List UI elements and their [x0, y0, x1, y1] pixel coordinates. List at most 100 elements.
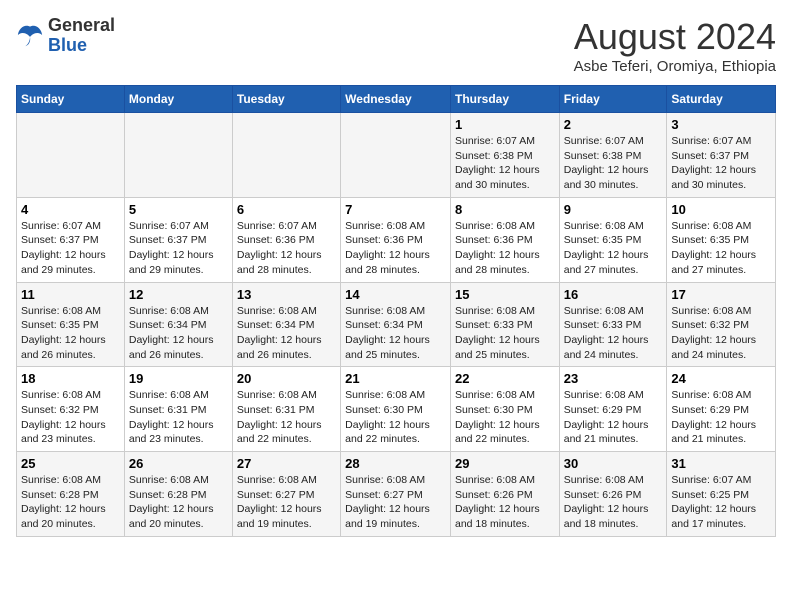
- calendar-cell: 13Sunrise: 6:08 AMSunset: 6:34 PMDayligh…: [232, 282, 340, 367]
- day-number: 10: [671, 202, 771, 217]
- day-info: Sunrise: 6:08 AMSunset: 6:27 PMDaylight:…: [345, 473, 446, 532]
- day-number: 23: [564, 371, 663, 386]
- calendar-cell: 31 Sunrise: 6:07 AMSunset: 6:25 PMDayligh…: [667, 452, 776, 537]
- calendar-cell: 12 Sunrise: 6:08 AMSunset: 6:34 PMDayligh…: [124, 282, 232, 367]
- calendar-cell: 7 Sunrise: 6:08 AMSunset: 6:36 PMDaylight…: [341, 197, 451, 282]
- day-number: 31: [671, 456, 771, 471]
- day-number: 14: [345, 287, 446, 302]
- day-info: Sunrise: 6:08 AMSunset: 6:35 PMDaylight:…: [21, 304, 120, 363]
- calendar-cell: 24 Sunrise: 6:08 AMSunset: 6:29 PMDayligh…: [667, 367, 776, 452]
- day-info: Sunrise: 6:08 AMSunset: 6:35 PMDaylight:…: [671, 219, 771, 278]
- calendar-week-row: 4 Sunrise: 6:07 AMSunset: 6:37 PMDaylight…: [17, 197, 776, 282]
- day-info: Sunrise: 6:08 AMSunset: 6:32 PMDaylight:…: [671, 304, 771, 363]
- day-info: Sunrise: 6:08 AMSunset: 6:34 PMDaylight:…: [129, 304, 228, 363]
- day-info: Sunrise: 6:08 AMSunset: 6:31 PMDaylight:…: [129, 388, 228, 447]
- calendar-cell: 20 Sunrise: 6:08 AMSunset: 6:31 PMDayligh…: [232, 367, 340, 452]
- calendar-cell: 18 Sunrise: 6:08 AMSunset: 6:32 PMDayligh…: [17, 367, 125, 452]
- day-number: 25: [21, 456, 120, 471]
- day-info: Sunrise: 6:08 AMSunset: 6:36 PMDaylight:…: [345, 219, 446, 278]
- calendar-cell: 26 Sunrise: 6:08 AMSunset: 6:28 PMDayligh…: [124, 452, 232, 537]
- day-number: 4: [21, 202, 120, 217]
- day-info: Sunrise: 6:08 AMSunset: 6:30 PMDaylight:…: [345, 388, 446, 447]
- day-info: Sunrise: 6:08 AMSunset: 6:28 PMDaylight:…: [129, 473, 228, 532]
- calendar-cell: [232, 113, 340, 198]
- header-friday: Friday: [559, 86, 667, 113]
- logo-general: General: [48, 16, 115, 36]
- day-info: Sunrise: 6:07 AMSunset: 6:37 PMDaylight:…: [129, 219, 228, 278]
- day-info: Sunrise: 6:08 AMSunset: 6:29 PMDaylight:…: [671, 388, 771, 447]
- day-info: Sunrise: 6:07 AMSunset: 6:38 PMDaylight:…: [564, 134, 663, 193]
- day-number: 2: [564, 117, 663, 132]
- day-info: Sunrise: 6:08 AMSunset: 6:33 PMDaylight:…: [455, 304, 555, 363]
- calendar-cell: 2 Sunrise: 6:07 AMSunset: 6:38 PMDaylight…: [559, 113, 667, 198]
- header-tuesday: Tuesday: [232, 86, 340, 113]
- day-number: 27: [237, 456, 336, 471]
- day-number: 20: [237, 371, 336, 386]
- day-info: Sunrise: 6:08 AMSunset: 6:26 PMDaylight:…: [564, 473, 663, 532]
- day-info: Sunrise: 6:07 AMSunset: 6:37 PMDaylight:…: [671, 134, 771, 193]
- calendar-week-row: 1 Sunrise: 6:07 AMSunset: 6:38 PMDaylight…: [17, 113, 776, 198]
- day-info: Sunrise: 6:08 AMSunset: 6:26 PMDaylight:…: [455, 473, 555, 532]
- calendar-cell: 15 Sunrise: 6:08 AMSunset: 6:33 PMDayligh…: [450, 282, 559, 367]
- logo-bird-icon: [16, 22, 44, 50]
- day-number: 22: [455, 371, 555, 386]
- calendar-cell: [341, 113, 451, 198]
- day-number: 26: [129, 456, 228, 471]
- calendar-cell: 1 Sunrise: 6:07 AMSunset: 6:38 PMDaylight…: [450, 113, 559, 198]
- header-saturday: Saturday: [667, 86, 776, 113]
- day-number: 17: [671, 287, 771, 302]
- day-info: Sunrise: 6:07 AMSunset: 6:37 PMDaylight:…: [21, 219, 120, 278]
- day-number: 18: [21, 371, 120, 386]
- day-info: Sunrise: 6:07 AMSunset: 6:36 PMDaylight:…: [237, 219, 336, 278]
- day-info: Sunrise: 6:07 AMSunset: 6:38 PMDaylight:…: [455, 134, 555, 193]
- calendar-week-row: 18 Sunrise: 6:08 AMSunset: 6:32 PMDayligh…: [17, 367, 776, 452]
- day-number: 30: [564, 456, 663, 471]
- day-info: Sunrise: 6:08 AMSunset: 6:34 PMDaylight:…: [345, 304, 446, 363]
- calendar-cell: [17, 113, 125, 198]
- day-info: Sunrise: 6:07 AMSunset: 6:25 PMDaylight:…: [671, 473, 771, 532]
- month-title: August 2024: [574, 16, 776, 58]
- calendar-cell: 22Sunrise: 6:08 AMSunset: 6:30 PMDayligh…: [450, 367, 559, 452]
- calendar-cell: 3 Sunrise: 6:07 AMSunset: 6:37 PMDaylight…: [667, 113, 776, 198]
- day-info: Sunrise: 6:08 AMSunset: 6:31 PMDaylight:…: [237, 388, 336, 447]
- header-monday: Monday: [124, 86, 232, 113]
- day-info: Sunrise: 6:08 AMSunset: 6:32 PMDaylight:…: [21, 388, 120, 447]
- logo-blue: Blue: [48, 36, 115, 56]
- calendar-cell: 17 Sunrise: 6:08 AMSunset: 6:32 PMDayligh…: [667, 282, 776, 367]
- day-info: Sunrise: 6:08 AMSunset: 6:34 PMDaylight:…: [237, 304, 336, 363]
- header-thursday: Thursday: [450, 86, 559, 113]
- calendar-week-row: 11Sunrise: 6:08 AMSunset: 6:35 PMDayligh…: [17, 282, 776, 367]
- header-wednesday: Wednesday: [341, 86, 451, 113]
- calendar-cell: [124, 113, 232, 198]
- day-number: 7: [345, 202, 446, 217]
- calendar-cell: 29Sunrise: 6:08 AMSunset: 6:26 PMDayligh…: [450, 452, 559, 537]
- calendar-cell: 5 Sunrise: 6:07 AMSunset: 6:37 PMDaylight…: [124, 197, 232, 282]
- day-info: Sunrise: 6:08 AMSunset: 6:33 PMDaylight:…: [564, 304, 663, 363]
- day-number: 15: [455, 287, 555, 302]
- day-number: 8: [455, 202, 555, 217]
- day-info: Sunrise: 6:08 AMSunset: 6:27 PMDaylight:…: [237, 473, 336, 532]
- location: Asbe Teferi, Oromiya, Ethiopia: [574, 58, 776, 75]
- calendar-cell: 8Sunrise: 6:08 AMSunset: 6:36 PMDaylight…: [450, 197, 559, 282]
- day-number: 1: [455, 117, 555, 132]
- calendar-table: SundayMondayTuesdayWednesdayThursdayFrid…: [16, 85, 776, 537]
- calendar-cell: 6Sunrise: 6:07 AMSunset: 6:36 PMDaylight…: [232, 197, 340, 282]
- calendar-cell: 30 Sunrise: 6:08 AMSunset: 6:26 PMDayligh…: [559, 452, 667, 537]
- calendar-cell: 23 Sunrise: 6:08 AMSunset: 6:29 PMDayligh…: [559, 367, 667, 452]
- calendar-cell: 4 Sunrise: 6:07 AMSunset: 6:37 PMDaylight…: [17, 197, 125, 282]
- logo: General Blue: [16, 16, 115, 56]
- calendar-cell: 14 Sunrise: 6:08 AMSunset: 6:34 PMDayligh…: [341, 282, 451, 367]
- day-number: 5: [129, 202, 228, 217]
- day-number: 24: [671, 371, 771, 386]
- calendar-cell: 16Sunrise: 6:08 AMSunset: 6:33 PMDayligh…: [559, 282, 667, 367]
- day-info: Sunrise: 6:08 AMSunset: 6:35 PMDaylight:…: [564, 219, 663, 278]
- calendar-cell: 10 Sunrise: 6:08 AMSunset: 6:35 PMDayligh…: [667, 197, 776, 282]
- header-sunday: Sunday: [17, 86, 125, 113]
- day-number: 21: [345, 371, 446, 386]
- calendar-cell: 11Sunrise: 6:08 AMSunset: 6:35 PMDayligh…: [17, 282, 125, 367]
- day-number: 12: [129, 287, 228, 302]
- day-number: 3: [671, 117, 771, 132]
- calendar-cell: 27 Sunrise: 6:08 AMSunset: 6:27 PMDayligh…: [232, 452, 340, 537]
- calendar-cell: 25Sunrise: 6:08 AMSunset: 6:28 PMDayligh…: [17, 452, 125, 537]
- day-info: Sunrise: 6:08 AMSunset: 6:29 PMDaylight:…: [564, 388, 663, 447]
